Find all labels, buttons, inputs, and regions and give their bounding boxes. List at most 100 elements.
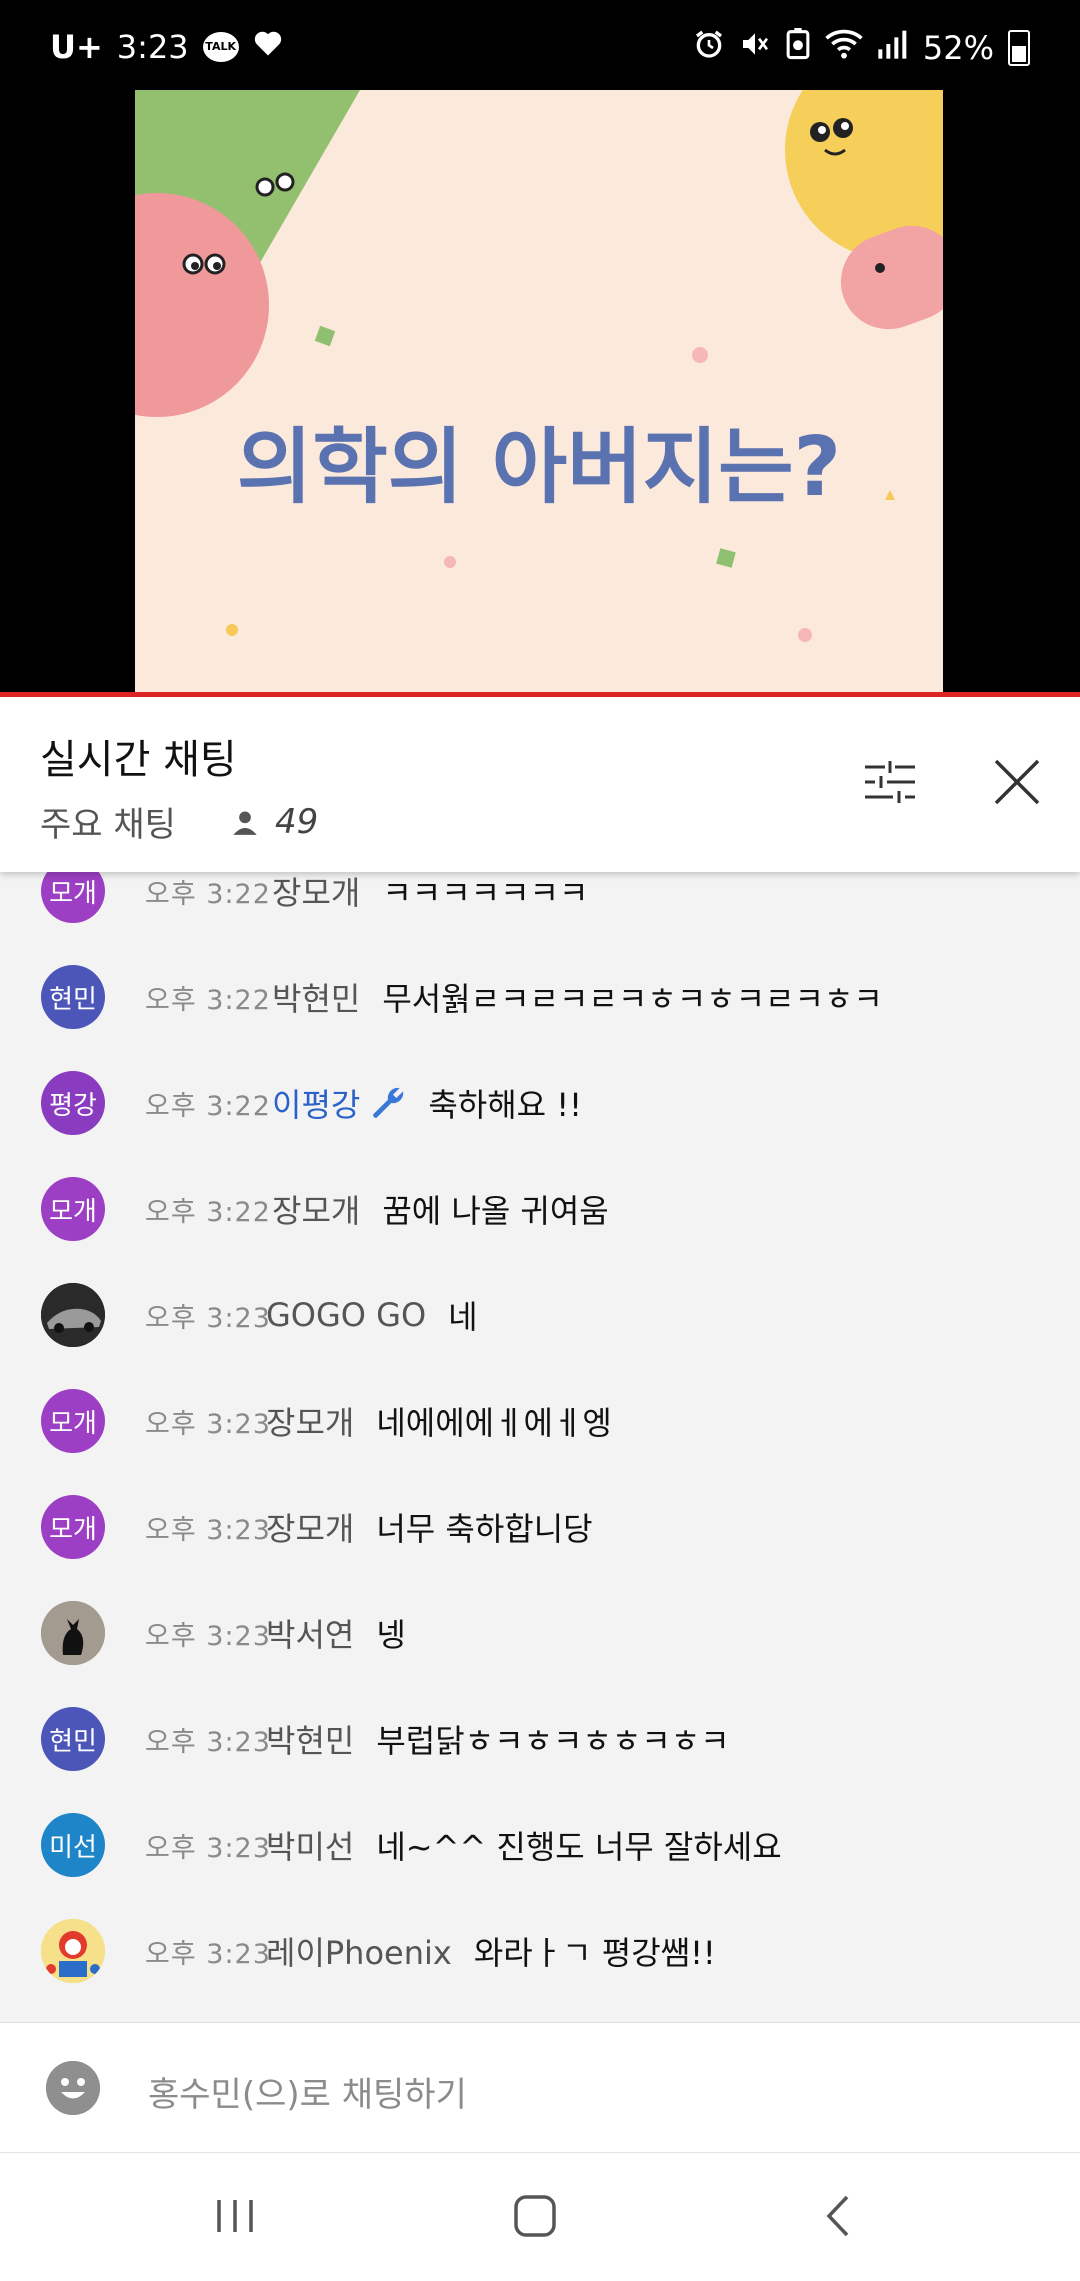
- message-body: GOGO GO 네: [266, 1292, 478, 1338]
- message-text: 와라ㅏㄱ 평강쌤!!: [473, 1934, 716, 1972]
- close-chat-button[interactable]: [987, 752, 1047, 812]
- chat-message: 평강 오후 3:22 이평강 축하해요 !!: [0, 1050, 1080, 1156]
- message-body: 박서연 넹: [266, 1610, 406, 1656]
- chat-title: 실시간 채팅: [40, 737, 237, 783]
- message-time: 오후 3:23: [145, 1514, 271, 1546]
- message-body: 장모개 ㅋㅋㅋㅋㅋㅋㅋ: [272, 870, 588, 914]
- message-author[interactable]: 장모개: [266, 1398, 354, 1444]
- tune-icon: [865, 761, 915, 803]
- status-right: 52%: [693, 28, 1030, 68]
- chat-mode-selector[interactable]: 주요 채팅: [40, 797, 176, 846]
- message-time: 오후 3:23: [145, 1832, 271, 1864]
- message-time: 오후 3:22: [145, 1090, 271, 1122]
- message-text: ㅋㅋㅋㅋㅋㅋㅋ: [382, 874, 589, 912]
- character-avatar-image: [41, 1919, 105, 1983]
- chat-settings-button[interactable]: [860, 752, 920, 812]
- chat-message: 모개 오후 3:22 장모개 꿈에 나올 귀여움: [0, 1156, 1080, 1262]
- battery-saver-icon: [785, 28, 811, 68]
- video-thumbnail: 의학의 아버지는?: [135, 90, 943, 695]
- avatar[interactable]: 모개: [41, 870, 105, 923]
- message-body: 장모개 너무 축하합니당: [266, 1504, 593, 1550]
- message-author[interactable]: 장모개: [272, 1186, 360, 1232]
- message-author[interactable]: 박미선: [266, 1822, 354, 1868]
- video-player[interactable]: 의학의 아버지는?: [0, 90, 1080, 695]
- message-text: 꿈에 나올 귀여움: [382, 1192, 609, 1230]
- avatar[interactable]: 현민: [41, 965, 105, 1029]
- chat-message: 모개 오후 3:23 장모개 네에에에ㅔ에ㅔ엥: [0, 1368, 1080, 1474]
- avatar[interactable]: 현민: [41, 1707, 105, 1771]
- message-text: 너무 축하합니당: [376, 1510, 593, 1548]
- emoji-button[interactable]: [46, 2061, 100, 2115]
- message-time: 오후 3:22: [145, 1196, 271, 1228]
- message-time: 오후 3:23: [145, 1938, 271, 1970]
- message-author[interactable]: GOGO GO: [266, 1296, 426, 1334]
- avatar[interactable]: [41, 1601, 105, 1665]
- chat-message-list[interactable]: 모개 오후 3:22 장모개 ㅋㅋㅋㅋㅋㅋㅋ 현민 오후 3:22 박현민 무서…: [0, 870, 1080, 2020]
- message-time: 오후 3:23: [145, 1620, 271, 1652]
- message-body: 박미선 네~^^ 진행도 너무 잘하세요: [266, 1822, 782, 1868]
- message-author[interactable]: 장모개: [272, 870, 360, 914]
- message-body: 장모개 꿈에 나올 귀여움: [272, 1186, 609, 1232]
- chat-message: 모개 오후 3:23 장모개 너무 축하합니당: [0, 1474, 1080, 1580]
- message-body: 레이Phoenix 와라ㅏㄱ 평강쌤!!: [266, 1928, 716, 1974]
- chat-header: 실시간 채팅 주요 채팅 49: [0, 697, 1080, 872]
- mute-icon: [739, 28, 771, 68]
- avatar[interactable]: [41, 1919, 105, 1983]
- avatar[interactable]: 모개: [41, 1495, 105, 1559]
- viewer-count: 49: [231, 802, 318, 842]
- message-author[interactable]: 박현민: [272, 974, 360, 1020]
- avatar[interactable]: 모개: [41, 1177, 105, 1241]
- status-time: 3:23: [116, 28, 189, 66]
- message-text: 넹: [376, 1616, 406, 1654]
- avatar[interactable]: 미선: [41, 1813, 105, 1877]
- home-icon: [514, 2195, 556, 2237]
- message-time: 오후 3:23: [145, 1302, 271, 1334]
- avatar[interactable]: [41, 1283, 105, 1347]
- recents-icon: [217, 2200, 253, 2232]
- message-time: 오후 3:22: [145, 984, 271, 1016]
- talk-icon: TALK: [202, 32, 239, 62]
- person-icon: [233, 811, 257, 835]
- chat-message: 미선 오후 3:23 박미선 네~^^ 진행도 너무 잘하세요: [0, 1792, 1080, 1898]
- message-author[interactable]: 박서연: [266, 1610, 354, 1656]
- status-left: U+ 3:23 TALK: [50, 28, 283, 66]
- heart-icon: [253, 29, 283, 65]
- close-icon: [994, 759, 1040, 805]
- viewer-count-value: 49: [274, 801, 319, 842]
- chat-subheader: 주요 채팅 49: [40, 797, 318, 846]
- message-time: 오후 3:22: [145, 878, 271, 910]
- chat-input[interactable]: 홍수민(으)로 채팅하기: [148, 2067, 467, 2116]
- back-button[interactable]: [808, 2191, 868, 2241]
- avatar[interactable]: 모개: [41, 1389, 105, 1453]
- message-text: 네: [448, 1298, 478, 1336]
- thumbnail-title: 의학의 아버지는?: [236, 420, 842, 515]
- signal-icon: [877, 29, 909, 67]
- chat-message: 오후 3:23 레이Phoenix 와라ㅏㄱ 평강쌤!!: [0, 1898, 1080, 2004]
- cat-avatar-image: [41, 1601, 105, 1665]
- message-author[interactable]: 박현민: [266, 1716, 354, 1762]
- status-bar: U+ 3:23 TALK 52%: [0, 0, 1080, 90]
- home-button[interactable]: [505, 2191, 565, 2241]
- battery-percent: 52%: [922, 29, 994, 67]
- wifi-icon: [825, 28, 863, 68]
- chat-message: 오후 3:23 GOGO GO 네: [0, 1262, 1080, 1368]
- message-text: 부럽닭ㅎㅋㅎㅋㅎㅎㅋㅎㅋ: [376, 1722, 730, 1760]
- message-author[interactable]: 장모개: [266, 1504, 354, 1550]
- battery-icon: [1008, 30, 1030, 66]
- message-author[interactable]: 이평강: [272, 1080, 360, 1126]
- chat-input-bar: 홍수민(으)로 채팅하기: [0, 2022, 1080, 2153]
- chat-message: 오후 3:23 박서연 넹: [0, 1580, 1080, 1686]
- message-body: 이평강 축하해요 !!: [272, 1080, 582, 1126]
- system-nav-bar: [0, 2152, 1080, 2281]
- recents-button[interactable]: [205, 2191, 265, 2241]
- back-icon: [826, 2195, 849, 2237]
- chat-message: 현민 오후 3:22 박현민 무서웕ㄹㅋㄹㅋㄹㅋㅎㅋㅎㅋㄹㅋㅎㅋ: [0, 944, 1080, 1050]
- message-text: 무서웕ㄹㅋㄹㅋㄹㅋㅎㅋㅎㅋㄹㅋㅎㅋ: [382, 980, 883, 1018]
- message-text: 축하해요 !!: [428, 1086, 582, 1124]
- message-time: 오후 3:23: [145, 1726, 271, 1758]
- message-author[interactable]: 레이Phoenix: [266, 1928, 452, 1974]
- message-text: 네에에에ㅔ에ㅔ엥: [376, 1404, 612, 1442]
- smiley-icon: [46, 2061, 100, 2115]
- message-body: 박현민 무서웕ㄹㅋㄹㅋㄹㅋㅎㅋㅎㅋㄹㅋㅎㅋ: [272, 974, 883, 1020]
- avatar[interactable]: 평강: [41, 1071, 105, 1135]
